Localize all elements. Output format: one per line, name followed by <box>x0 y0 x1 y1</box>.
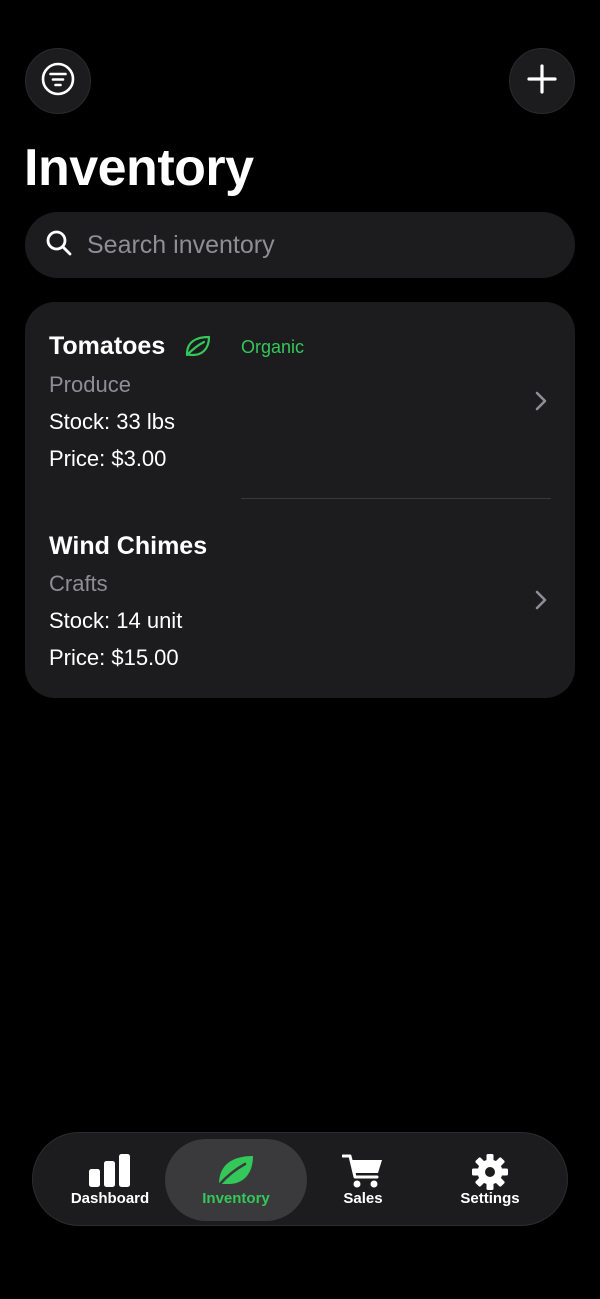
chevron-right-icon <box>533 389 549 413</box>
tab-dashboard[interactable]: Dashboard <box>39 1139 181 1221</box>
list-item-tomatoes[interactable]: Tomatoes Organic Produce Stock: 33 lbs P… <box>25 302 575 500</box>
tab-inventory[interactable]: Inventory <box>165 1139 307 1221</box>
plus-icon <box>527 63 557 99</box>
item-price: Price: $15.00 <box>49 645 179 670</box>
divider <box>241 498 551 499</box>
search-bar[interactable] <box>25 212 575 278</box>
item-category: Produce <box>49 372 131 397</box>
tab-sales[interactable]: Sales <box>292 1139 434 1221</box>
item-price: Price: $3.00 <box>49 446 167 471</box>
search-icon <box>45 229 73 262</box>
gear-icon <box>471 1153 509 1196</box>
leaf-icon <box>216 1153 256 1192</box>
item-category: Crafts <box>49 571 108 596</box>
organic-badge: Organic <box>241 337 305 357</box>
filter-icon <box>40 61 76 102</box>
item-stock: Stock: 33 lbs <box>49 409 175 434</box>
tab-label: Inventory <box>202 1190 270 1207</box>
search-input[interactable] <box>85 229 529 261</box>
bar-chart-icon <box>87 1153 133 1194</box>
item-stock: Stock: 14 unit <box>49 608 183 633</box>
item-name: Tomatoes <box>49 332 166 360</box>
filter-button[interactable] <box>25 48 91 114</box>
add-item-button[interactable] <box>509 48 575 114</box>
tab-bar: Dashboard Inventory Sales Settings <box>32 1132 568 1226</box>
cart-icon <box>341 1153 384 1194</box>
item-name: Wind Chimes <box>49 532 208 560</box>
list-item-wind-chimes[interactable]: Wind Chimes Crafts Stock: 14 unit Price:… <box>25 500 575 698</box>
leaf-icon <box>184 334 212 363</box>
chevron-right-icon <box>533 588 549 612</box>
inventory-list: Tomatoes Organic Produce Stock: 33 lbs P… <box>25 302 575 698</box>
page-title: Inventory <box>24 139 254 197</box>
tab-settings[interactable]: Settings <box>419 1139 561 1221</box>
